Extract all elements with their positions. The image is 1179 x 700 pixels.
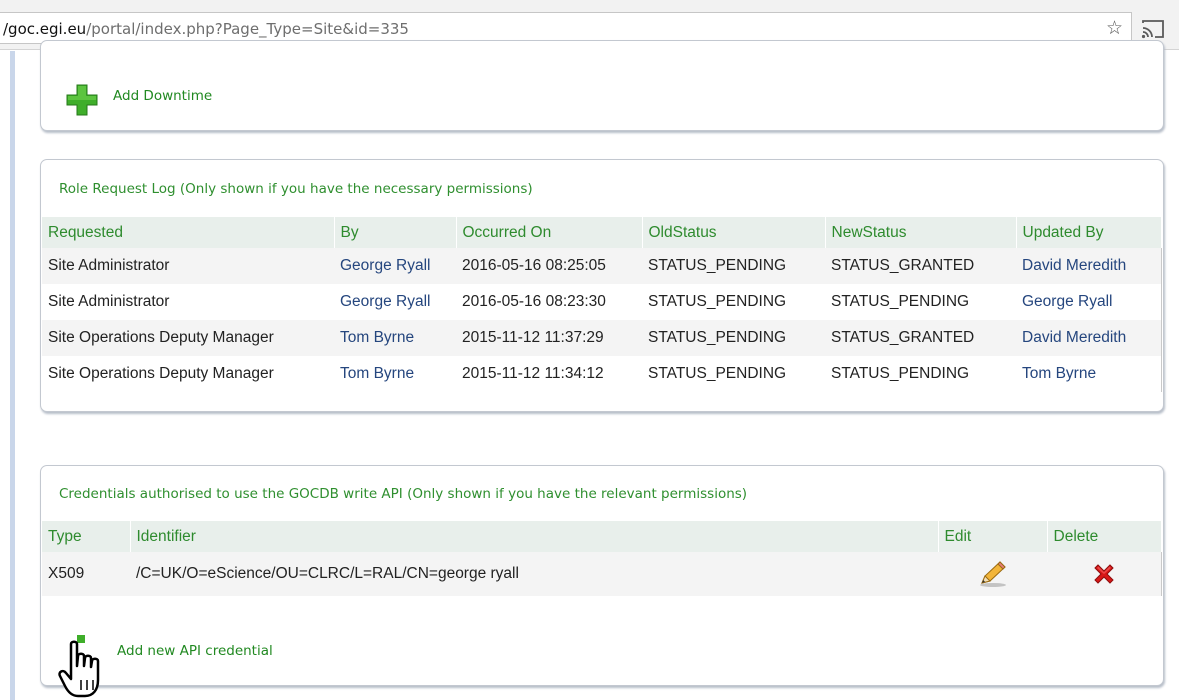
table-row: Site Administrator George Ryall 2016-05-… [42, 284, 1162, 320]
table-header-row: Requested By Occurred On OldStatus NewSt… [42, 217, 1162, 248]
role-request-log-title: Role Request Log (Only shown if you have… [59, 181, 533, 197]
downtime-panel: Add Downtime [40, 40, 1164, 131]
col-occurred-on: Occurred On [456, 217, 643, 248]
cell-by-link[interactable]: George Ryall [334, 284, 456, 320]
hand-pointer-icon [58, 640, 100, 698]
col-identifier: Identifier [130, 521, 939, 552]
add-api-credential-link[interactable]: Add new API credential [117, 643, 273, 659]
cell-requested: Site Operations Deputy Manager [42, 320, 334, 356]
cell-new-status: STATUS_PENDING [825, 356, 1016, 392]
cell-by-link[interactable]: Tom Byrne [334, 320, 456, 356]
cell-new-status: STATUS_GRANTED [825, 248, 1016, 284]
cell-old-status: STATUS_PENDING [642, 320, 825, 356]
api-credentials-panel: Credentials authorised to use the GOCDB … [40, 465, 1164, 686]
cell-requested: Site Operations Deputy Manager [42, 356, 334, 392]
add-downtime-link[interactable]: Add Downtime [113, 88, 212, 104]
col-type: Type [42, 521, 131, 552]
table-row: Site Operations Deputy Manager Tom Byrne… [42, 320, 1162, 356]
cell-by-link[interactable]: Tom Byrne [334, 356, 456, 392]
cell-occurred-on: 2016-05-16 08:25:05 [456, 248, 642, 284]
col-delete: Delete [1047, 521, 1162, 552]
url-path: /portal/index.php?Page_Type=Site&id=335 [86, 20, 409, 38]
cell-old-status: STATUS_PENDING [642, 284, 825, 320]
role-request-log-panel: Role Request Log (Only shown if you have… [40, 159, 1164, 412]
cell-new-status: STATUS_GRANTED [825, 320, 1016, 356]
col-old-status: OldStatus [642, 217, 826, 248]
role-request-table: Requested By Occurred On OldStatus NewSt… [42, 217, 1162, 392]
col-updated-by: Updated By [1016, 217, 1162, 248]
cell-delete [1047, 552, 1162, 596]
cell-identifier: /C=UK/O=eScience/OU=CLRC/L=RAL/CN=george… [130, 552, 938, 596]
cell-old-status: STATUS_PENDING [642, 356, 825, 392]
cell-new-status: STATUS_PENDING [825, 284, 1016, 320]
col-edit: Edit [938, 521, 1048, 552]
cell-requested: Site Administrator [42, 248, 334, 284]
cell-occurred-on: 2015-11-12 11:34:12 [456, 356, 642, 392]
col-requested: Requested [42, 217, 335, 248]
col-by: By [334, 217, 457, 248]
table-row: X509 /C=UK/O=eScience/OU=CLRC/L=RAL/CN=g… [42, 552, 1162, 596]
cast-icon[interactable] [1141, 19, 1165, 39]
cell-updated-by-link[interactable]: David Meredith [1016, 248, 1162, 284]
cell-occurred-on: 2015-11-12 11:37:29 [456, 320, 642, 356]
cell-by-link[interactable]: George Ryall [334, 248, 456, 284]
url-host: /goc.egi.eu [3, 20, 87, 38]
url-text: /goc.egi.eu/portal/index.php?Page_Type=S… [3, 20, 409, 38]
table-row: Site Operations Deputy Manager Tom Byrne… [42, 356, 1162, 392]
cell-type: X509 [42, 552, 130, 596]
api-credentials-table: Type Identifier Edit Delete X509 /C=UK/O… [42, 521, 1162, 596]
cell-edit [938, 552, 1047, 596]
cell-updated-by-link[interactable]: Tom Byrne [1016, 356, 1162, 392]
api-credentials-title: Credentials authorised to use the GOCDB … [59, 486, 748, 502]
table-row: Site Administrator George Ryall 2016-05-… [42, 248, 1162, 284]
page-side-stripe [10, 51, 15, 700]
pencil-icon[interactable] [976, 559, 1010, 589]
cell-updated-by-link[interactable]: George Ryall [1016, 284, 1162, 320]
cell-old-status: STATUS_PENDING [642, 248, 825, 284]
green-plus-icon[interactable] [65, 83, 99, 117]
cell-updated-by-link[interactable]: David Meredith [1016, 320, 1162, 356]
cell-occurred-on: 2016-05-16 08:23:30 [456, 284, 642, 320]
table-header-row: Type Identifier Edit Delete [42, 521, 1162, 552]
cell-requested: Site Administrator [42, 284, 334, 320]
star-icon[interactable]: ☆ [1106, 17, 1123, 39]
col-new-status: NewStatus [825, 217, 1017, 248]
red-cross-icon[interactable] [1091, 561, 1117, 587]
